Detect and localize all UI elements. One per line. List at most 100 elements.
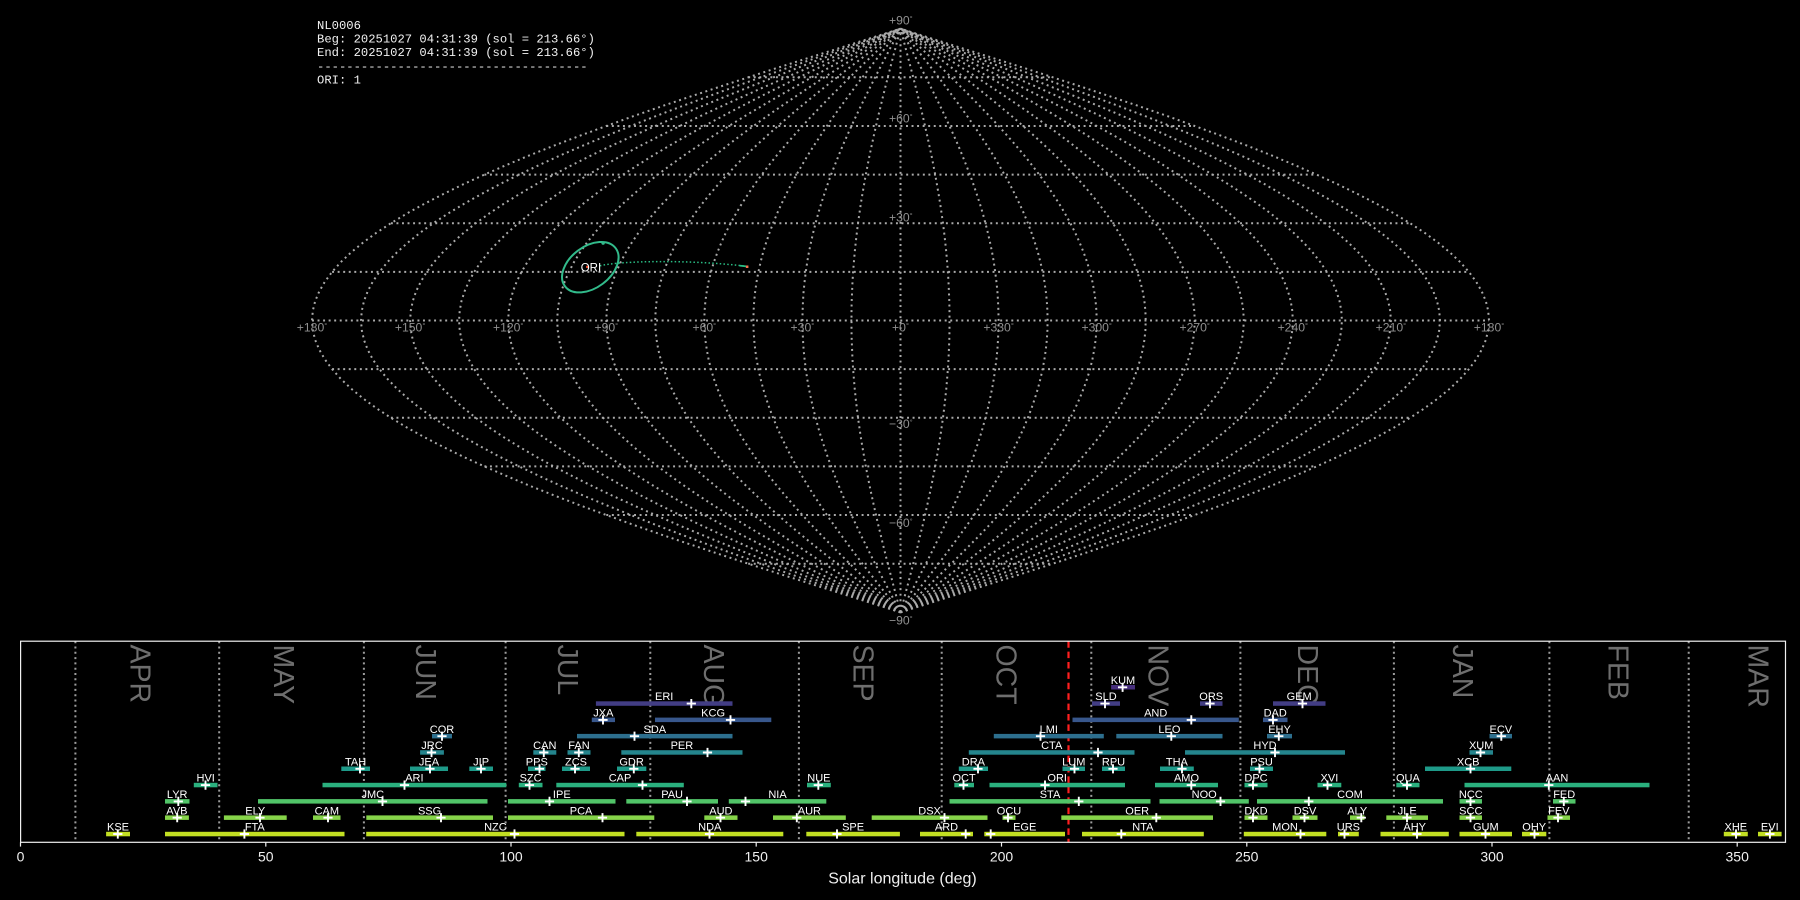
svg-text:ELY: ELY bbox=[245, 805, 266, 817]
svg-text:EHY: EHY bbox=[1268, 724, 1291, 736]
svg-text:GUM: GUM bbox=[1473, 822, 1499, 834]
svg-text:−90°: −90° bbox=[889, 614, 913, 628]
svg-text:XHE: XHE bbox=[1724, 822, 1747, 834]
svg-text:AND: AND bbox=[1144, 708, 1167, 720]
svg-text:+30°: +30° bbox=[791, 320, 815, 334]
svg-text:JEA: JEA bbox=[419, 756, 440, 768]
svg-text:CAN: CAN bbox=[533, 740, 556, 752]
svg-text:+120°: +120° bbox=[493, 320, 523, 334]
svg-text:+30°: +30° bbox=[889, 211, 913, 225]
svg-text:MAR: MAR bbox=[1741, 645, 1773, 708]
svg-text:+90°: +90° bbox=[594, 320, 618, 334]
svg-text:−60°: −60° bbox=[889, 516, 913, 530]
svg-text:AVB: AVB bbox=[166, 805, 187, 817]
svg-text:OHY: OHY bbox=[1522, 822, 1547, 834]
svg-text:TAH: TAH bbox=[345, 756, 366, 768]
svg-text:NIA: NIA bbox=[768, 789, 787, 801]
svg-text:+150°: +150° bbox=[395, 320, 425, 334]
svg-text:MAY: MAY bbox=[267, 645, 299, 705]
svg-text:ORI: ORI bbox=[1047, 773, 1067, 785]
svg-text:SEP: SEP bbox=[847, 645, 879, 702]
svg-text:150: 150 bbox=[745, 848, 769, 864]
svg-text:NL0006: NL0006 bbox=[317, 19, 361, 33]
svg-text:XVI: XVI bbox=[1321, 773, 1339, 785]
svg-text:CAM: CAM bbox=[315, 805, 339, 817]
svg-text:PER: PER bbox=[671, 740, 694, 752]
svg-text:+180°: +180° bbox=[297, 320, 327, 334]
svg-text:NOV: NOV bbox=[1141, 645, 1173, 707]
svg-text:AAN: AAN bbox=[1546, 773, 1569, 785]
svg-text:SSG: SSG bbox=[418, 805, 441, 817]
svg-text:PCA: PCA bbox=[570, 805, 593, 817]
svg-text:SLD: SLD bbox=[1095, 691, 1116, 703]
svg-text:LMI: LMI bbox=[1040, 724, 1058, 736]
svg-text:JLE: JLE bbox=[1398, 805, 1417, 817]
svg-text:+90°: +90° bbox=[889, 14, 913, 28]
svg-text:250: 250 bbox=[1235, 848, 1259, 864]
svg-text:+270°: +270° bbox=[1179, 320, 1209, 334]
svg-text:AUG: AUG bbox=[697, 645, 729, 707]
svg-text:JRC: JRC bbox=[421, 740, 442, 752]
svg-text:OCT: OCT bbox=[952, 773, 976, 785]
svg-text:HVI: HVI bbox=[197, 773, 215, 785]
svg-text:Solar longitude (deg): Solar longitude (deg) bbox=[828, 870, 977, 887]
svg-text:AUR: AUR bbox=[798, 805, 821, 817]
svg-text:ECV: ECV bbox=[1489, 724, 1512, 736]
svg-text:DPC: DPC bbox=[1244, 773, 1267, 785]
svg-text:JIP: JIP bbox=[473, 756, 489, 768]
svg-text:Beg: 20251027 04:31:39 (sol =: Beg: 20251027 04:31:39 (sol = 213.66°) bbox=[317, 33, 595, 47]
svg-text:EVI: EVI bbox=[1761, 822, 1779, 834]
svg-text:------------------------------: ------------------------------------- bbox=[317, 60, 588, 74]
svg-text:FEV: FEV bbox=[1548, 805, 1570, 817]
svg-text:AMO: AMO bbox=[1174, 773, 1200, 785]
svg-text:OCU: OCU bbox=[997, 805, 1022, 817]
svg-text:CTA: CTA bbox=[1041, 740, 1063, 752]
svg-text:ORI: 1: ORI: 1 bbox=[317, 73, 361, 87]
svg-text:ALY: ALY bbox=[1347, 805, 1368, 817]
svg-text:EGE: EGE bbox=[1013, 822, 1036, 834]
svg-text:MON: MON bbox=[1272, 822, 1298, 834]
svg-text:DSX: DSX bbox=[918, 805, 941, 817]
svg-text:0: 0 bbox=[17, 848, 25, 864]
svg-text:ARI: ARI bbox=[405, 773, 423, 785]
svg-text:CAP: CAP bbox=[609, 773, 632, 785]
svg-text:PSU: PSU bbox=[1250, 756, 1273, 768]
svg-text:LYR: LYR bbox=[167, 789, 188, 801]
svg-text:JMC: JMC bbox=[361, 789, 384, 801]
svg-text:+330°: +330° bbox=[983, 320, 1013, 334]
svg-text:ORI: ORI bbox=[581, 262, 601, 274]
svg-text:XCB: XCB bbox=[1457, 756, 1480, 768]
svg-text:350: 350 bbox=[1726, 848, 1750, 864]
svg-text:OER: OER bbox=[1125, 805, 1149, 817]
svg-text:RPU: RPU bbox=[1102, 756, 1125, 768]
svg-text:QUA: QUA bbox=[1396, 773, 1421, 785]
svg-text:SDA: SDA bbox=[643, 724, 666, 736]
svg-text:+240°: +240° bbox=[1278, 320, 1308, 334]
svg-text:APR: APR bbox=[124, 645, 156, 704]
svg-text:HYD: HYD bbox=[1253, 740, 1276, 752]
svg-text:FED: FED bbox=[1553, 789, 1575, 801]
svg-text:IPE: IPE bbox=[553, 789, 571, 801]
svg-text:DKD: DKD bbox=[1244, 805, 1267, 817]
svg-text:AHY: AHY bbox=[1403, 822, 1426, 834]
svg-text:SPE: SPE bbox=[842, 822, 864, 834]
svg-text:DRA: DRA bbox=[962, 756, 986, 768]
svg-text:+300°: +300° bbox=[1081, 320, 1111, 334]
svg-text:DSV: DSV bbox=[1294, 805, 1317, 817]
svg-text:PPS: PPS bbox=[526, 756, 548, 768]
svg-text:NOO: NOO bbox=[1192, 789, 1218, 801]
svg-text:100: 100 bbox=[499, 848, 523, 864]
svg-text:End: 20251027 04:31:39 (sol =: End: 20251027 04:31:39 (sol = 213.66°) bbox=[317, 46, 595, 60]
svg-text:THA: THA bbox=[1166, 756, 1189, 768]
svg-text:URS: URS bbox=[1337, 822, 1360, 834]
svg-text:NCC: NCC bbox=[1459, 789, 1483, 801]
svg-text:FTA: FTA bbox=[245, 822, 266, 834]
svg-text:LEO: LEO bbox=[1158, 724, 1180, 736]
svg-text:COR: COR bbox=[430, 724, 455, 736]
svg-text:JXA: JXA bbox=[593, 708, 614, 720]
svg-text:OCT: OCT bbox=[989, 645, 1021, 705]
svg-text:NDA: NDA bbox=[698, 822, 722, 834]
svg-text:JUL: JUL bbox=[551, 645, 583, 696]
svg-text:+60°: +60° bbox=[692, 320, 716, 334]
svg-text:PAU: PAU bbox=[661, 789, 683, 801]
